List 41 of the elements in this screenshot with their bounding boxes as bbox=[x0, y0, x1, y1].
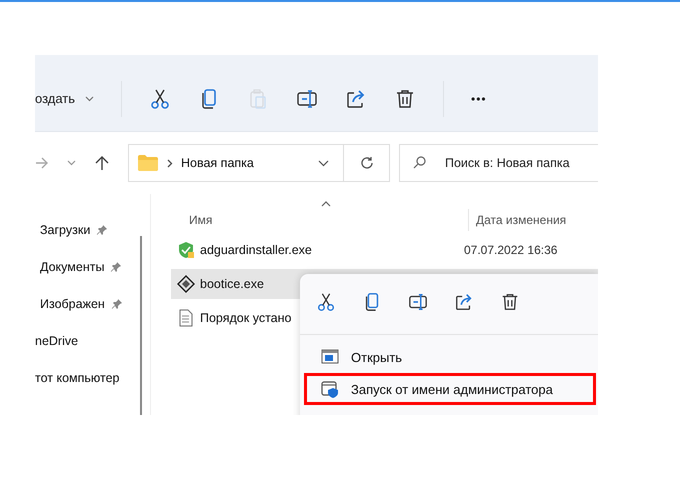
rename-icon[interactable] bbox=[296, 88, 318, 110]
caret-icon bbox=[85, 96, 94, 102]
window-icon bbox=[321, 348, 339, 366]
sidebar-item[interactable]: тот компьютер bbox=[35, 370, 120, 384]
application-icon bbox=[177, 275, 195, 293]
file-row[interactable]: Порядок устано bbox=[171, 303, 598, 333]
shield-icon bbox=[177, 241, 195, 259]
rename-icon[interactable] bbox=[408, 292, 428, 312]
scissors-icon[interactable] bbox=[149, 88, 172, 110]
scissors-icon[interactable] bbox=[316, 292, 336, 312]
up-arrow-icon[interactable] bbox=[95, 155, 109, 171]
sidebar-item[interactable]: Загрузки bbox=[40, 222, 90, 236]
shield-window-icon bbox=[321, 380, 339, 398]
more-button[interactable]: ••• bbox=[471, 92, 487, 106]
file-date: 07.07.2022 16:36 bbox=[463, 243, 558, 257]
sidebar-item[interactable]: neDrive bbox=[35, 334, 78, 348]
file-name: adguardinstaller.exe bbox=[200, 243, 312, 257]
sidebar-item[interactable]: Изображен bbox=[40, 296, 105, 310]
folder-name: Новая папка bbox=[181, 156, 255, 170]
chevron-icon bbox=[167, 158, 173, 168]
file-row[interactable]: adguardinstaller.exe 07.07.2022 16:36 bbox=[171, 235, 598, 265]
sidebar-item[interactable]: Документы bbox=[40, 260, 104, 274]
menu-item[interactable]: Открыть bbox=[304, 341, 596, 373]
column-header[interactable]: Дата изменения bbox=[468, 209, 566, 231]
file-name: Порядок устано bbox=[200, 311, 292, 325]
document-icon bbox=[177, 309, 195, 327]
scrollbar[interactable] bbox=[140, 236, 142, 415]
refresh-icon bbox=[360, 156, 374, 170]
sort-caret-icon[interactable] bbox=[321, 201, 331, 207]
refresh-button[interactable] bbox=[344, 144, 390, 182]
address-bar[interactable]: Новая папка bbox=[128, 144, 344, 182]
caret-icon[interactable] bbox=[318, 160, 329, 166]
search-field[interactable]: Поиск в: Новая папка bbox=[399, 144, 598, 182]
search-icon bbox=[413, 156, 426, 169]
menu-item[interactable]: Запуск от имени администратора bbox=[304, 373, 596, 405]
trash-icon[interactable] bbox=[500, 292, 520, 312]
new-button[interactable]: оздать bbox=[35, 91, 94, 106]
column-header[interactable]: Имя bbox=[189, 209, 212, 231]
file-name: bootice.exe bbox=[200, 277, 264, 291]
share-icon[interactable] bbox=[454, 292, 474, 312]
folder-icon bbox=[137, 154, 159, 172]
